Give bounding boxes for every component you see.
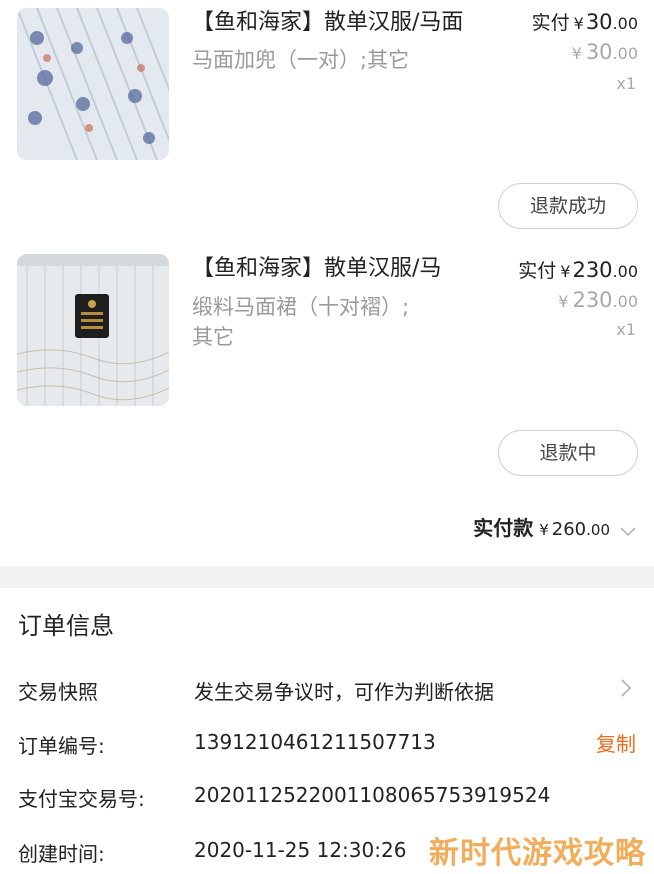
paid-dec-2: .00 bbox=[612, 262, 638, 281]
paid-yen-2: ¥ bbox=[560, 262, 571, 281]
paid-dec-1: .00 bbox=[612, 14, 638, 33]
refund-status-button-1[interactable]: 退款成功 bbox=[498, 183, 638, 229]
product-title-1[interactable]: 【鱼和海家】散单汉服/马面 bbox=[192, 8, 463, 38]
watermark-text: 新时代游戏攻略 bbox=[429, 836, 646, 871]
orig-int-2: 230 bbox=[572, 288, 613, 312]
product-title-2[interactable]: 【鱼和海家】散单汉服/马 bbox=[192, 254, 441, 284]
refund-status-button-2[interactable]: 退款中 bbox=[498, 430, 638, 476]
paid-label-2: 实付 bbox=[518, 260, 557, 282]
paid-price-2: 实付 ¥230.00 bbox=[518, 256, 638, 283]
order-number-value: 1391210461211507713 bbox=[194, 730, 436, 754]
paid-label-1: 实付 bbox=[531, 12, 570, 34]
section-divider bbox=[0, 566, 654, 588]
product-spec-2: 缎料马面裙（十对褶）; 其它 bbox=[192, 292, 462, 352]
snapshot-label: 交易快照 bbox=[18, 680, 98, 704]
alipay-trade-no-value: 2020112522001108065753919524 bbox=[194, 783, 551, 807]
orig-int-1: 30 bbox=[585, 40, 613, 64]
snapshot-value[interactable]: 发生交易争议时，可作为判断依据 bbox=[194, 676, 494, 705]
paid-price-1: 实付 ¥30.00 bbox=[532, 8, 638, 35]
orig-dec-1: .00 bbox=[612, 44, 638, 63]
orig-yen-1: ¥ bbox=[571, 44, 582, 63]
total-label: 实付款 bbox=[473, 516, 534, 540]
product-thumbnail-2[interactable] bbox=[17, 254, 169, 406]
order-item-1[interactable]: 【鱼和海家】散单汉服/马面 马面加兜（一对）;其它 实付 ¥30.00 ¥30.0… bbox=[0, 0, 654, 240]
total-dec: .00 bbox=[586, 521, 610, 539]
order-number-label: 订单编号: bbox=[18, 734, 105, 758]
product-spec-2-line1: 缎料马面裙（十对褶）; bbox=[192, 295, 410, 319]
quantity-2: x1 bbox=[616, 320, 636, 339]
chevron-down-icon[interactable] bbox=[620, 518, 636, 542]
total-int: 260 bbox=[551, 519, 587, 540]
total-yen: ¥ bbox=[539, 521, 549, 539]
paid-yen-1: ¥ bbox=[573, 14, 584, 33]
order-info-title: 订单信息 bbox=[18, 612, 114, 640]
product-thumbnail-1[interactable] bbox=[17, 8, 169, 160]
original-price-1: ¥30.00 bbox=[572, 40, 638, 64]
product-image-2 bbox=[17, 254, 169, 406]
product-spec-2-line2: 其它 bbox=[192, 325, 234, 349]
chevron-right-icon[interactable] bbox=[620, 678, 632, 702]
paid-int-2: 230 bbox=[572, 258, 613, 282]
quantity-1: x1 bbox=[616, 74, 636, 93]
copy-order-number-button[interactable]: 复制 bbox=[596, 728, 636, 757]
product-spec-1: 马面加兜（一对）;其它 bbox=[192, 45, 462, 75]
paid-int-1: 30 bbox=[585, 10, 613, 34]
created-time-label: 创建时间: bbox=[18, 842, 105, 866]
orig-dec-2: .00 bbox=[612, 292, 638, 311]
alipay-trade-no-label: 支付宝交易号: bbox=[18, 787, 145, 811]
orig-yen-2: ¥ bbox=[558, 292, 569, 311]
order-item-2[interactable]: 【鱼和海家】散单汉服/马 缎料马面裙（十对褶）; 其它 实付 ¥230.00 ¥2… bbox=[0, 240, 654, 500]
order-total[interactable]: 实付款 ¥260.00 bbox=[473, 512, 636, 542]
product-spec-1-line1: 马面加兜（一对）;其它 bbox=[192, 48, 410, 72]
original-price-2: ¥230.00 bbox=[558, 288, 638, 312]
product-image-1 bbox=[17, 8, 169, 160]
created-time-value: 2020-11-25 12:30:26 bbox=[194, 838, 407, 862]
